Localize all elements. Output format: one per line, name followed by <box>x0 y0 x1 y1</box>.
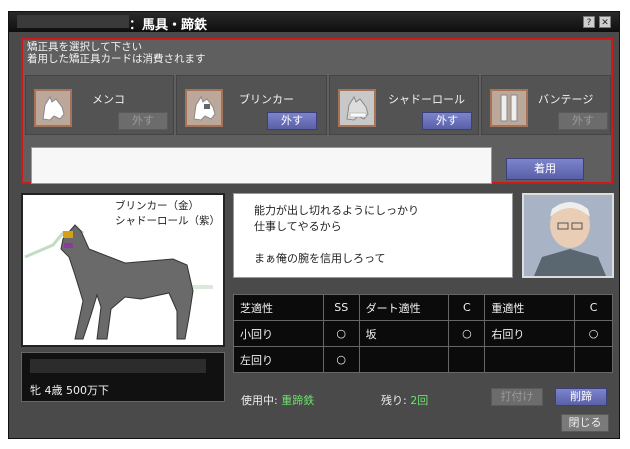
in-use-label: 使用中: <box>241 394 278 407</box>
remove-shadow-roll-button[interactable]: 外す <box>422 112 472 130</box>
table-row: 左回り ○ <box>233 346 613 373</box>
title-bar: ：馬具・蹄鉄 ? ✕ <box>9 12 619 33</box>
slot-bandage[interactable]: バンテージ 外す <box>481 75 611 135</box>
horse-equipment-window: ：馬具・蹄鉄 ? ✕ 矯正具を選択して下さい 着用した矯正具カードは消費されます… <box>8 11 620 439</box>
slot-shadow-roll[interactable]: シャドーロール 外す <box>329 75 479 135</box>
remaining-label: 残り: <box>381 394 407 407</box>
description-box <box>31 147 492 184</box>
close-button[interactable]: 閉じる <box>561 414 609 432</box>
stat-label: 芝適性 <box>233 294 324 321</box>
stat-value: ○ <box>448 320 486 347</box>
table-row: 芝適性 SS ダート適性 C 重適性 C <box>233 294 613 321</box>
remove-blinker-button[interactable]: 外す <box>267 112 317 130</box>
stat-label: 坂 <box>358 320 450 347</box>
table-row: 小回り ○ 坂 ○ 右回り ○ <box>233 320 613 347</box>
stat-label <box>484 346 576 373</box>
stat-value: ○ <box>322 346 360 373</box>
stat-label: 重適性 <box>484 294 576 321</box>
stat-value <box>574 346 613 373</box>
stat-label: 小回り <box>233 320 324 347</box>
window-title: ：馬具・蹄鉄 <box>129 18 208 33</box>
close-icon[interactable]: ✕ <box>599 16 611 28</box>
in-use-value: 重蹄鉄 <box>281 394 315 407</box>
slot-label: メンコ <box>92 93 125 106</box>
title-name-redacted <box>17 15 129 28</box>
stat-label: 左回り <box>233 346 324 373</box>
slot-menko[interactable]: メンコ 外す <box>25 75 174 135</box>
slot-label: バンテージ <box>538 93 594 106</box>
bandage-icon <box>490 89 528 127</box>
in-use-status: 使用中: 重蹄鉄 <box>241 392 314 408</box>
stat-label: 右回り <box>484 320 576 347</box>
instruction-line-2: 着用した矯正具カードは消費されます <box>27 53 206 65</box>
blinker-icon <box>185 89 223 127</box>
equipment-select-panel: 矯正具を選択して下さい 着用した矯正具カードは消費されます メンコ 外す ブリン… <box>21 38 613 184</box>
horse-info-box: 牝 4歳 500万下 <box>21 352 225 402</box>
remaining-value: 2回 <box>410 394 429 407</box>
speech-box: 能力が出し切れるようにしっかり 仕事してやるから まぁ俺の腕を信用しろって <box>233 193 513 278</box>
speech-line-1: 能力が出し切れるようにしっかり <box>254 204 419 217</box>
help-icon[interactable]: ? <box>583 16 595 28</box>
equipped-item-1: ブリンカー（金） <box>115 200 199 212</box>
slot-blinker[interactable]: ブリンカー 外す <box>176 75 327 135</box>
trim-hoof-button[interactable]: 削蹄 <box>555 388 607 406</box>
farrier-portrait <box>522 193 614 278</box>
slot-label: シャドーロール <box>388 93 465 106</box>
slot-label: ブリンカー <box>239 93 294 106</box>
speech-line-2: 仕事してやるから <box>254 220 342 233</box>
horse-preview: ブリンカー（金） シャドーロール（紫） <box>21 193 225 347</box>
shadow-roll-icon <box>338 89 376 127</box>
horse-info: 牝 4歳 500万下 <box>30 384 109 397</box>
stat-value: C <box>574 294 613 321</box>
speech-line-3: まぁ俺の腕を信用しろって <box>254 252 386 265</box>
stat-label: ダート適性 <box>358 294 450 321</box>
stat-value <box>448 346 486 373</box>
equipped-item-2: シャドーロール（紫） <box>115 215 220 227</box>
aptitude-table: 芝適性 SS ダート適性 C 重適性 C 小回り ○ 坂 ○ 右回り ○ 左回り… <box>233 294 613 373</box>
horse-name-redacted <box>30 359 206 373</box>
stat-value: ○ <box>322 320 360 347</box>
menko-icon <box>34 89 72 127</box>
stat-value: SS <box>322 294 360 321</box>
remove-bandage-button[interactable]: 外す <box>558 112 608 130</box>
stat-value: C <box>448 294 486 321</box>
stat-label <box>358 346 450 373</box>
attach-shoe-button[interactable]: 打付け <box>491 388 543 406</box>
stat-value: ○ <box>574 320 613 347</box>
remove-menko-button[interactable]: 外す <box>118 112 168 130</box>
remaining-status: 残り: 2回 <box>381 392 428 408</box>
wear-button[interactable]: 着用 <box>506 158 584 180</box>
